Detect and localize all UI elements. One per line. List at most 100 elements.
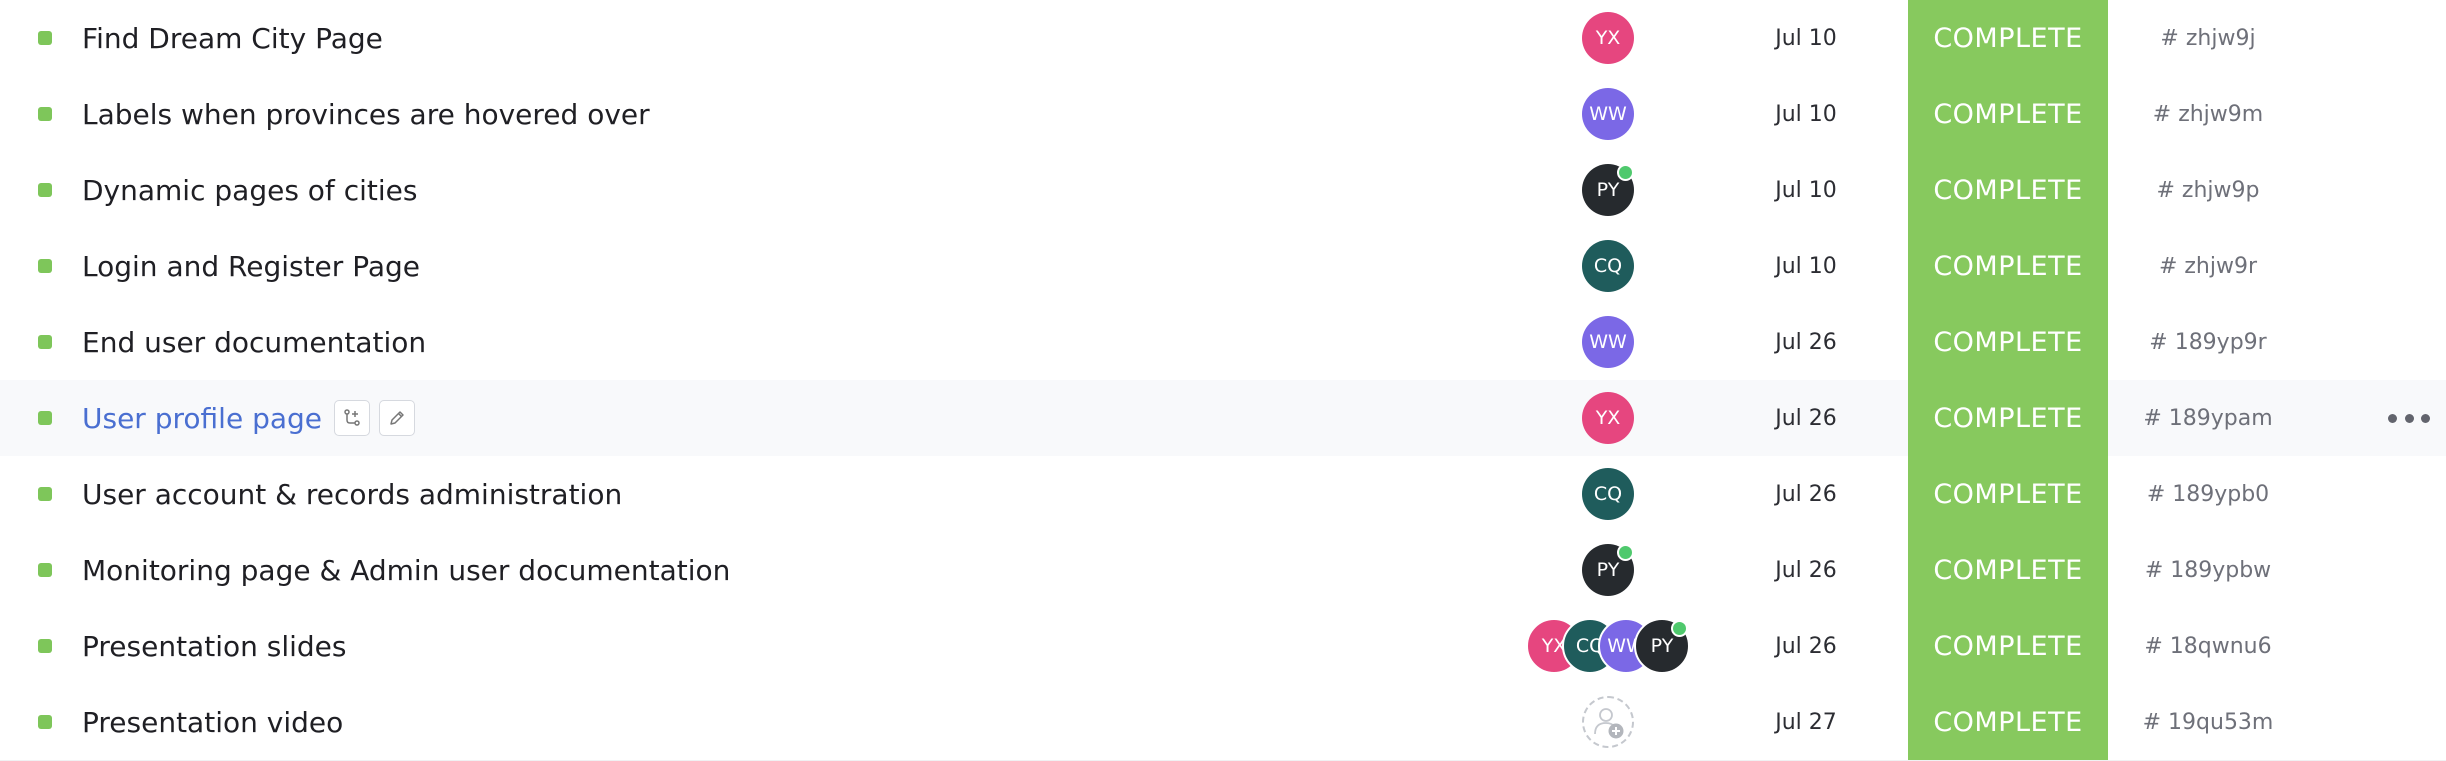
assignees[interactable]: YX	[1582, 380, 1634, 456]
task-row[interactable]: Presentation slides YX CQ WW PY Jul 26 COMPLET…	[0, 608, 2446, 685]
task-list: Find Dream City Page YX Jul 10 COMPLETE # zh…	[0, 0, 2446, 761]
avatar[interactable]: PY	[1582, 544, 1634, 596]
task-id: # 189ypam	[2143, 405, 2273, 431]
status-indicator[interactable]	[38, 639, 52, 653]
status-indicator[interactable]	[38, 335, 52, 349]
subtask-icon	[344, 409, 360, 426]
status-badge[interactable]: COMPLETE	[1908, 380, 2108, 456]
subtask-button[interactable]	[334, 400, 370, 436]
avatar-initials: CQ	[1593, 255, 1623, 277]
task-row[interactable]: User account & records administration CQ J…	[0, 456, 2446, 533]
status-indicator[interactable]	[38, 107, 52, 121]
task-name-actions	[334, 400, 415, 436]
task-name[interactable]: Monitoring page & Admin user documentati…	[82, 532, 730, 608]
add-assignee-icon[interactable]	[1582, 696, 1634, 748]
due-date[interactable]: Jul 26	[1716, 304, 1896, 380]
avatar[interactable]: PY	[1634, 618, 1690, 674]
task-id: # zhjw9m	[2152, 101, 2264, 127]
task-name[interactable]: Labels when provinces are hovered over	[82, 76, 650, 152]
pencil-button[interactable]	[379, 400, 415, 436]
status-badge[interactable]: COMPLETE	[1908, 532, 2108, 608]
status-indicator[interactable]	[38, 259, 52, 273]
task-name[interactable]: User account & records administration	[82, 456, 622, 532]
assignees[interactable]: PY	[1582, 152, 1634, 228]
task-row[interactable]: Presentation video Jul 27 COMPLETE # 19qu53…	[0, 684, 2446, 761]
avatar[interactable]: CQ	[1582, 468, 1634, 520]
task-row[interactable]: Find Dream City Page YX Jul 10 COMPLETE # zh…	[0, 0, 2446, 77]
task-name[interactable]: End user documentation	[82, 304, 426, 380]
assignees[interactable]: CQ	[1582, 456, 1634, 532]
avatar-initials: WW	[1589, 331, 1627, 353]
avatar-initials: PY	[1596, 559, 1620, 581]
task-id: # zhjw9j	[2160, 25, 2256, 51]
avatar[interactable]: PY	[1582, 164, 1634, 216]
due-date[interactable]: Jul 10	[1716, 152, 1896, 228]
avatar-initials: YX	[1595, 27, 1621, 49]
task-row[interactable]: User profile page YX Jul 26 COMPLETE # 189yp…	[0, 380, 2446, 457]
online-indicator	[1671, 620, 1688, 637]
status-badge[interactable]: COMPLETE	[1908, 76, 2108, 152]
task-row[interactable]: Dynamic pages of cities PY Jul 10 COMPLETE #…	[0, 152, 2446, 229]
status-indicator[interactable]	[38, 31, 52, 45]
task-name[interactable]: Presentation video	[82, 684, 343, 760]
status-badge[interactable]: COMPLETE	[1908, 456, 2108, 532]
person-plus-icon	[1594, 708, 1624, 739]
status-badge[interactable]: COMPLETE	[1908, 228, 2108, 304]
task-id: # 189ypbw	[2144, 557, 2272, 583]
task-id: # 189ypb0	[2146, 481, 2270, 507]
assignees[interactable]: WW	[1582, 304, 1634, 380]
status-badge[interactable]: COMPLETE	[1908, 304, 2108, 380]
assignees[interactable]: YX	[1582, 0, 1634, 76]
status-indicator[interactable]	[38, 183, 52, 197]
task-name[interactable]: Login and Register Page	[82, 228, 420, 304]
due-date[interactable]: Jul 10	[1716, 0, 1896, 76]
status-badge[interactable]: COMPLETE	[1908, 152, 2108, 228]
task-id: # 189yp9r	[2149, 329, 2267, 355]
assignees[interactable]: PY	[1582, 532, 1634, 608]
due-date[interactable]: Jul 26	[1716, 608, 1896, 684]
task-name[interactable]: User profile page	[82, 380, 322, 456]
status-indicator[interactable]	[38, 563, 52, 577]
assignees[interactable]: CQ	[1582, 228, 1634, 304]
task-id: # 18qwnu6	[2144, 633, 2272, 659]
status-badge[interactable]: COMPLETE	[1908, 0, 2108, 76]
task-name[interactable]: Dynamic pages of cities	[82, 152, 417, 228]
task-id: # 19qu53m	[2142, 709, 2274, 735]
task-name[interactable]: Find Dream City Page	[82, 0, 383, 76]
task-row[interactable]: Login and Register Page CQ Jul 10 COMPLETE #…	[0, 228, 2446, 305]
task-id: # zhjw9p	[2156, 177, 2260, 203]
more-options-icon[interactable]	[2388, 406, 2430, 430]
avatar-initials: WW	[1589, 103, 1627, 125]
due-date[interactable]: Jul 26	[1716, 456, 1896, 532]
task-row[interactable]: Monitoring page & Admin user documentati…	[0, 532, 2446, 609]
task-row[interactable]: End user documentation WW Jul 26 COMPLETE # …	[0, 304, 2446, 381]
online-indicator	[1617, 544, 1634, 561]
due-date[interactable]: Jul 26	[1716, 380, 1896, 456]
status-indicator[interactable]	[38, 715, 52, 729]
assignees[interactable]: YX CQ WW PY	[1526, 608, 1690, 684]
status-badge[interactable]: COMPLETE	[1908, 608, 2108, 684]
assignees[interactable]: WW	[1582, 76, 1634, 152]
task-name[interactable]: Presentation slides	[82, 608, 346, 684]
online-indicator	[1617, 164, 1634, 181]
avatar[interactable]: WW	[1582, 88, 1634, 140]
pencil-icon	[390, 411, 404, 425]
status-badge[interactable]: COMPLETE	[1908, 684, 2108, 760]
due-date[interactable]: Jul 26	[1716, 532, 1896, 608]
avatar[interactable]: YX	[1582, 392, 1634, 444]
avatar[interactable]: WW	[1582, 316, 1634, 368]
task-id: # zhjw9r	[2158, 253, 2258, 279]
due-date[interactable]: Jul 27	[1716, 684, 1896, 760]
avatar[interactable]: CQ	[1582, 240, 1634, 292]
status-indicator[interactable]	[38, 411, 52, 425]
due-date[interactable]: Jul 10	[1716, 228, 1896, 304]
status-indicator[interactable]	[38, 487, 52, 501]
avatar-initials: YX	[1595, 407, 1621, 429]
due-date[interactable]: Jul 10	[1716, 76, 1896, 152]
avatar-initials: CQ	[1593, 483, 1623, 505]
assignees[interactable]	[1582, 684, 1634, 760]
avatar-initials: PY	[1650, 635, 1674, 657]
task-row[interactable]: Labels when provinces are hovered over WW…	[0, 76, 2446, 153]
avatar[interactable]: YX	[1582, 12, 1634, 64]
avatar-initials: PY	[1596, 179, 1620, 201]
